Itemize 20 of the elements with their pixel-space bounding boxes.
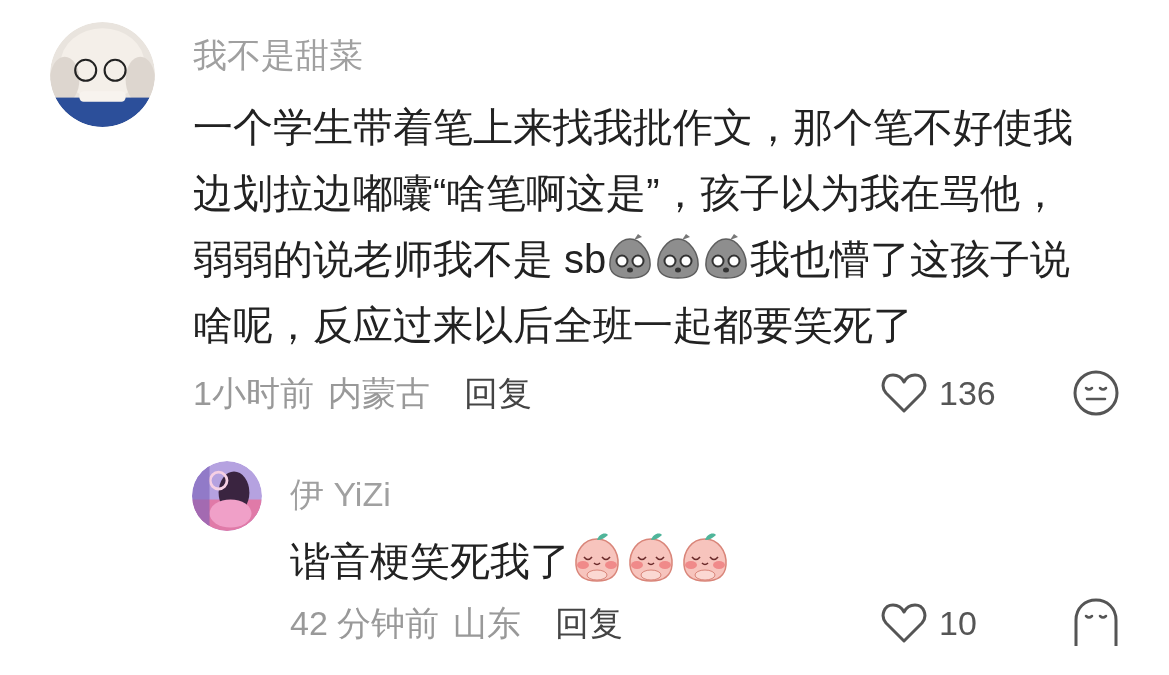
blob-face-icon [703,233,750,279]
heart-icon[interactable] [881,602,927,644]
ghost-icon[interactable] [1073,598,1119,648]
peach-face-icon [680,531,730,583]
peach-face-icon [626,531,676,583]
comment-time: 42 分钟前 [290,603,440,643]
like-count: 136 [939,373,997,413]
comment-text: 谐音梗笑死我了 [290,528,732,594]
neutral-face-icon[interactable] [1073,370,1119,416]
comment-location: 内蒙古 [327,373,430,413]
reply-link[interactable]: 回复 [463,373,532,413]
heart-icon[interactable] [881,372,927,414]
reply-link[interactable]: 回复 [555,603,624,643]
blob-face-icon [655,233,702,279]
peach-face-icon [572,531,622,583]
comment-text: 一个学生带着笔上来找我批作文，那个笔不好使我边划拉边嘟囔“啥笔啊这是”，孩子以为我在骂他，弱弱的说老师我不是 sb 我也懵了这孩子说啥呢，反应过来以后全班一起都要笑死了 [193,104,1074,349]
blob-face-icon [607,233,654,279]
comment-time: 1小时前 [193,373,314,413]
comment-location: 山东 [453,603,522,643]
like-count: 10 [939,603,978,643]
